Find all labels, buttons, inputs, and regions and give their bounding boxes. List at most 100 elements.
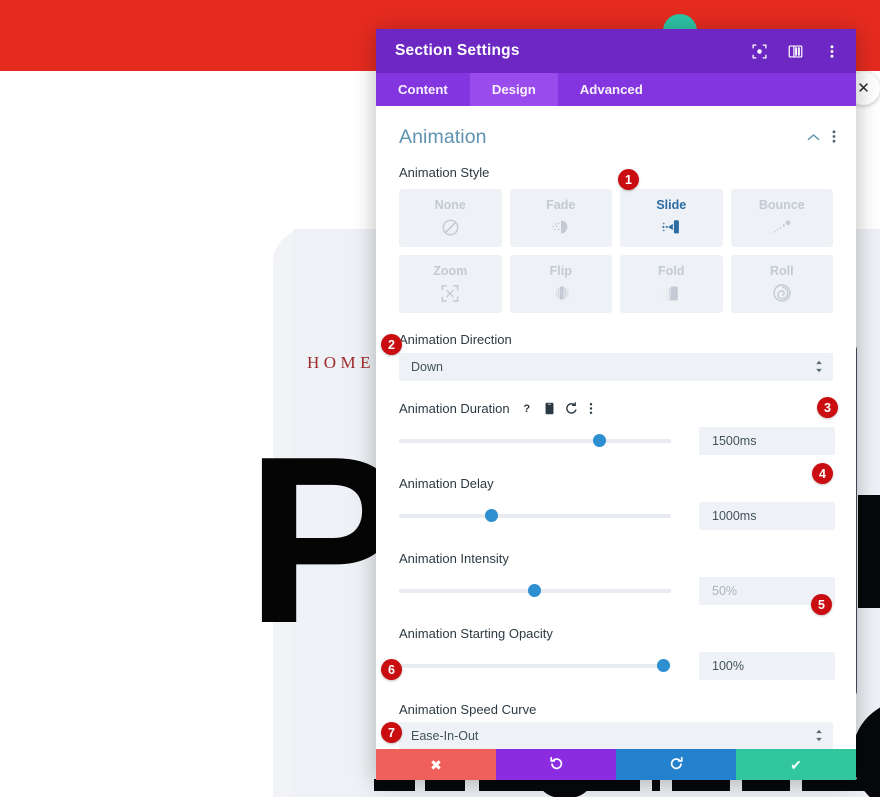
no-entry-icon (441, 216, 460, 238)
modal-header: Section Settings (376, 29, 856, 73)
save-button[interactable]: ✔ (736, 749, 856, 780)
animation-style-option-label: Zoom (433, 264, 468, 278)
callout-badge-2: 2 (381, 334, 402, 355)
callout-badge-3: 3 (817, 397, 838, 418)
animation-speed-curve-value: Ease-In-Out (411, 729, 479, 743)
animation-starting-opacity-label: Animation Starting Opacity (399, 626, 553, 641)
animation-intensity-label: Animation Intensity (399, 551, 509, 566)
slider-knob[interactable] (593, 434, 606, 447)
more-options-icon[interactable] (589, 402, 593, 415)
help-icon[interactable]: ? (523, 402, 534, 415)
callout-badge-5: 5 (811, 594, 832, 615)
animation-delay-slider[interactable] (399, 507, 671, 525)
section-more-options-icon[interactable] (832, 129, 836, 147)
slider-knob[interactable] (657, 659, 670, 672)
animation-duration-slider[interactable] (399, 432, 671, 450)
tab-design[interactable]: Design (469, 73, 558, 106)
fold-icon (661, 282, 681, 304)
animation-style-label: Animation Style (399, 165, 490, 180)
more-options-icon[interactable] (823, 43, 840, 60)
slider-track (399, 514, 671, 518)
animation-duration-label: Animation Duration (399, 401, 510, 416)
hero-dark-block (858, 495, 880, 608)
animation-speed-curve-label: Animation Speed Curve (399, 702, 537, 717)
redo-button[interactable] (616, 749, 736, 780)
check-icon: ✔ (790, 756, 802, 773)
hero-strip-gap (790, 779, 802, 792)
animation-style-grid: None Fade Slide Bounce Zoom Flip Fold Ro… (376, 180, 856, 313)
animation-style-option-slide[interactable]: Slide (620, 189, 723, 247)
animation-style-option-label: Fade (546, 198, 576, 212)
layout-columns-icon[interactable] (787, 43, 804, 60)
animation-style-option-label: Roll (769, 264, 794, 278)
animation-duration-label-icons: ? (523, 402, 593, 415)
select-arrows-icon (815, 360, 823, 375)
animation-starting-opacity-input[interactable]: 100% (699, 652, 835, 680)
animation-style-option-label: Bounce (758, 198, 805, 212)
animation-delay-label: Animation Delay (399, 476, 494, 491)
modal-header-actions (751, 43, 840, 60)
modal-footer: ✖ ✔ (376, 749, 856, 780)
animation-starting-opacity-row: 100% (376, 652, 856, 680)
hero-strip-gap (640, 779, 652, 792)
animation-section-header: Animation (376, 106, 856, 149)
select-arrows-icon (815, 729, 823, 744)
animation-style-option-label: None (434, 198, 466, 212)
svg-text:?: ? (523, 403, 530, 415)
close-x-glyph: ✕ (857, 80, 870, 97)
chevron-up-icon[interactable] (807, 130, 820, 145)
animation-style-option-label: Flip (549, 264, 572, 278)
tab-content[interactable]: Content (376, 73, 470, 106)
animation-style-option-bounce[interactable]: Bounce (730, 189, 833, 247)
animation-style-option-zoom[interactable]: Zoom (399, 255, 502, 313)
slider-knob[interactable] (485, 509, 498, 522)
close-x-icon: ✖ (430, 756, 442, 773)
animation-delay-row: 1000ms (376, 502, 856, 530)
animation-duration-input[interactable]: 1500ms (699, 427, 835, 455)
animation-style-option-fade[interactable]: Fade (509, 189, 612, 247)
flip-icon (551, 282, 571, 304)
animation-direction-label: Animation Direction (399, 332, 512, 347)
undo-icon (549, 756, 564, 773)
callout-badge-1: 1 (618, 169, 639, 190)
responsive-phone-icon[interactable] (545, 402, 554, 415)
cancel-button[interactable]: ✖ (376, 749, 496, 780)
fade-icon (551, 216, 571, 238)
animation-starting-opacity-slider[interactable] (399, 657, 671, 675)
nav-link-home[interactable]: HOME (307, 353, 375, 373)
animation-speed-curve-select[interactable]: Ease-In-Out (399, 722, 833, 749)
tab-advanced[interactable]: Advanced (558, 73, 665, 106)
undo-button[interactable] (496, 749, 616, 780)
callout-badge-4: 4 (812, 463, 833, 484)
slider-track (399, 439, 671, 443)
hero-strip-gap (465, 779, 479, 792)
animation-delay-input[interactable]: 1000ms (699, 502, 835, 530)
animation-style-option-fold[interactable]: Fold (620, 255, 723, 313)
section-settings-modal: Section Settings Content Design Advanced… (376, 29, 856, 780)
slider-knob[interactable] (528, 584, 541, 597)
animation-duration-row-label: Animation Duration ? (376, 401, 856, 416)
reset-icon[interactable] (565, 402, 578, 415)
preview-icon[interactable] (751, 43, 768, 60)
modal-title: Section Settings (395, 42, 520, 59)
modal-tabs: Content Design Advanced (376, 73, 856, 106)
bounce-icon (771, 216, 793, 238)
animation-intensity-slider[interactable] (399, 582, 671, 600)
callout-badge-7: 7 (381, 722, 402, 743)
hero-strip-gap (660, 779, 672, 792)
slider-track (399, 664, 671, 668)
hero-strip-gap (730, 779, 742, 792)
animation-direction-select[interactable]: Down (399, 353, 833, 381)
redo-icon (669, 756, 684, 773)
hero-strip-gap (415, 779, 425, 792)
animation-style-option-none[interactable]: None (399, 189, 502, 247)
roll-spiral-icon (772, 282, 792, 304)
animation-duration-row: 1500ms (376, 427, 856, 455)
animation-style-option-flip[interactable]: Flip (509, 255, 612, 313)
screen: HOME P ✕ Section Settings Content Design… (0, 0, 880, 797)
section-title: Animation (399, 126, 487, 148)
slide-icon (660, 216, 682, 238)
zoom-expand-icon (440, 282, 460, 304)
animation-style-option-roll[interactable]: Roll (730, 255, 833, 313)
animation-style-option-label: Slide (656, 198, 687, 212)
